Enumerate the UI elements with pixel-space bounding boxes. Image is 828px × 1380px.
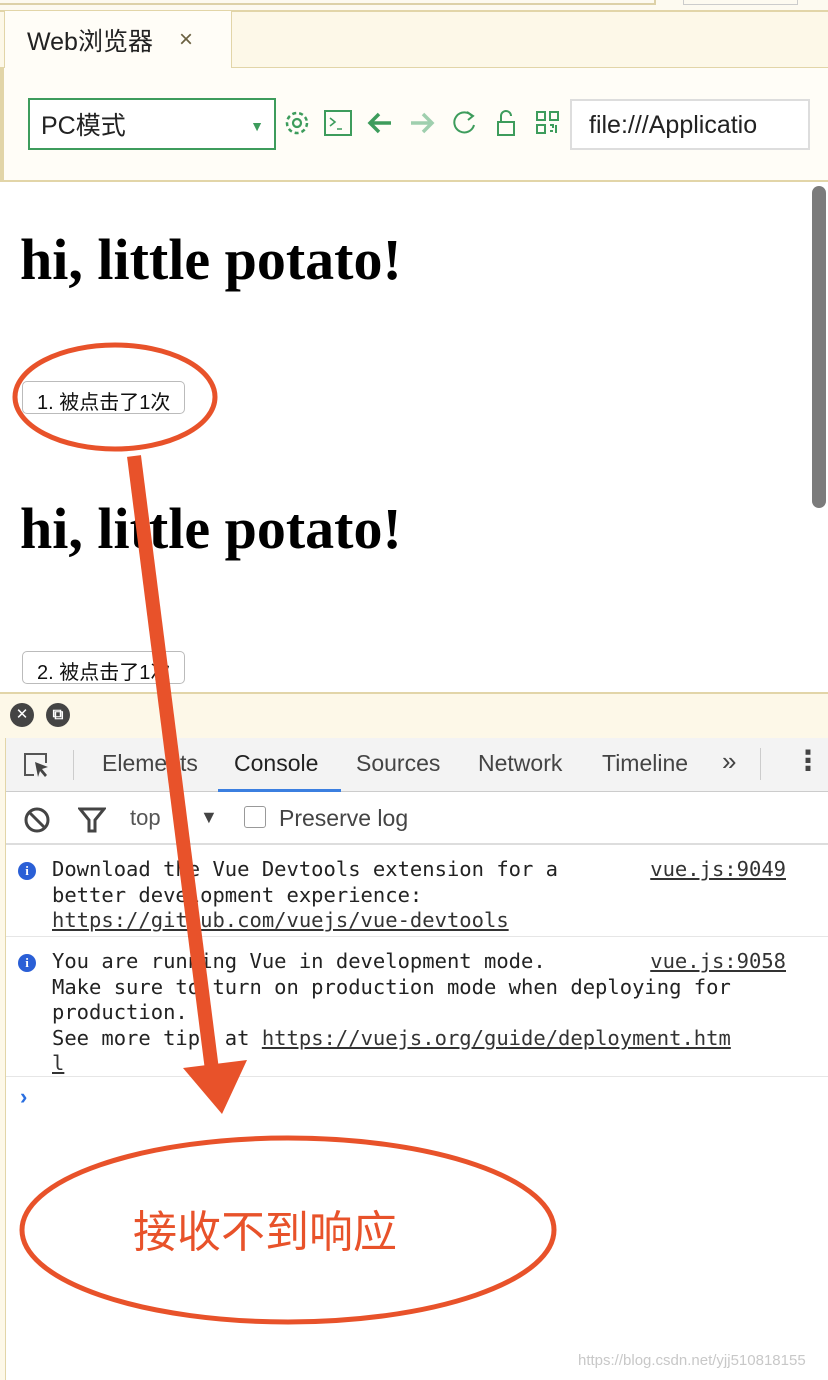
- watermark: https://blog.csdn.net/yjj510818155: [578, 1352, 806, 1369]
- highlight-ellipse-button: [12, 342, 218, 452]
- annotation-arrow-shaft: [127, 455, 219, 1071]
- annotation-overlay: [12, 342, 557, 1325]
- annotation-note: 接收不到响应: [133, 1208, 397, 1257]
- annotation-arrow-head: [183, 1060, 247, 1114]
